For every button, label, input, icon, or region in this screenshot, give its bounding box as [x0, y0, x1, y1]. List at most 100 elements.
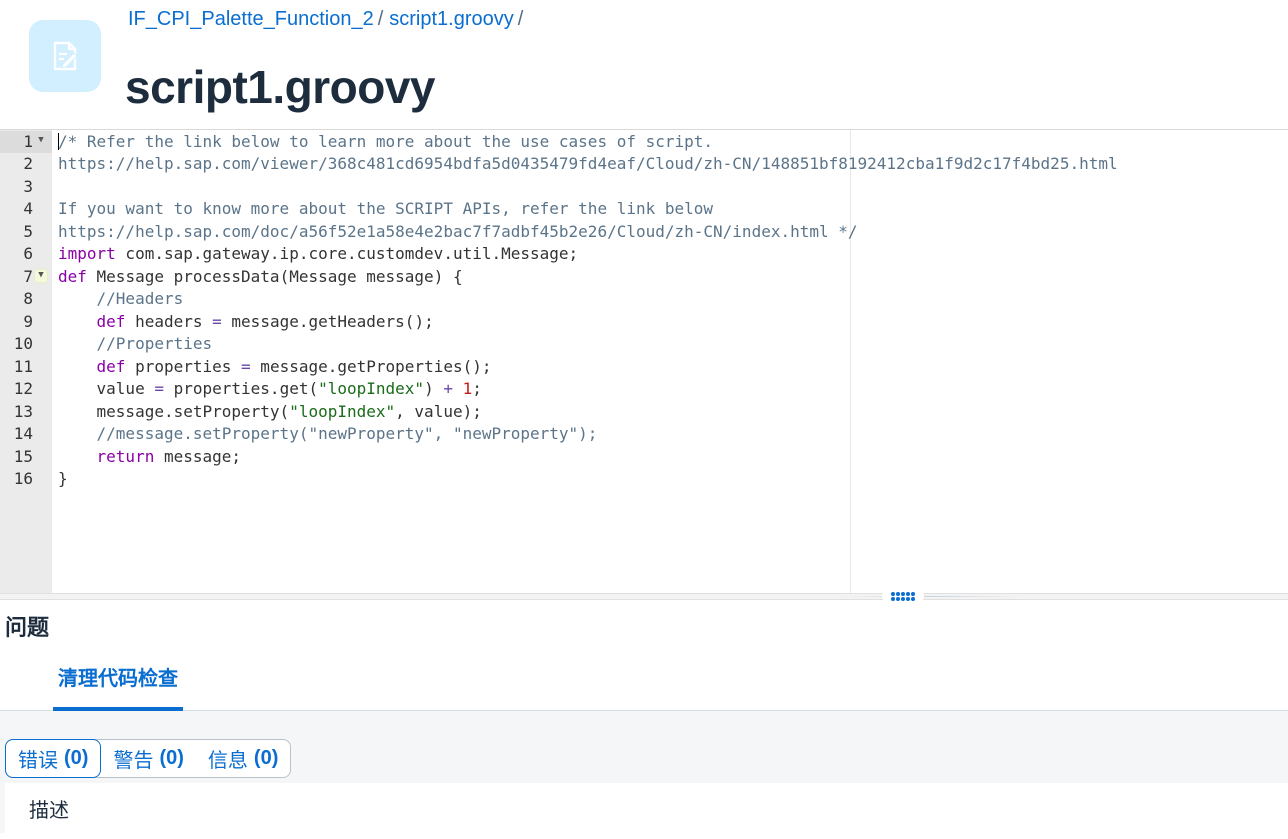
- breadcrumb-separator: /: [517, 8, 524, 30]
- code-token-kw: def: [58, 266, 87, 286]
- code-line[interactable]: //Properties: [58, 333, 213, 356]
- code-line[interactable]: //message.setProperty("newProperty", "ne…: [58, 423, 598, 446]
- line-number: 2: [23, 154, 33, 173]
- filter-info-button[interactable]: 信息 (0): [196, 740, 290, 777]
- code-token-plain: }: [58, 469, 68, 488]
- line-number-row: 12: [0, 378, 52, 401]
- code-token-comment: https://help.sap.com/viewer/368c481cd695…: [58, 154, 1118, 173]
- text-cursor: [58, 133, 59, 150]
- code-line[interactable]: import com.sap.gateway.ip.core.customdev…: [58, 243, 578, 266]
- pane-splitter[interactable]: [0, 588, 1288, 604]
- code-line[interactable]: https://help.sap.com/viewer/368c481cd695…: [58, 153, 1118, 176]
- column-header-description: 描述: [5, 783, 1288, 833]
- line-number: 14: [13, 424, 33, 443]
- chevron-down-icon[interactable]: ▼: [34, 268, 48, 283]
- line-number-row: 3: [0, 176, 52, 199]
- code-line[interactable]: If you want to know more about the SCRIP…: [58, 198, 713, 221]
- code-token-plain: ;: [472, 379, 482, 398]
- code-line[interactable]: https://help.sap.com/doc/a56f52e1a58e4e2…: [58, 221, 858, 244]
- line-number-row: 10: [0, 333, 52, 356]
- code-line[interactable]: def properties = message.getProperties()…: [58, 356, 492, 379]
- grip-dot: [896, 596, 900, 601]
- code-token-plain: message.getHeaders();: [221, 311, 434, 331]
- code-line[interactable]: def Message processData(Message message)…: [58, 266, 463, 289]
- code-token-op: +: [443, 379, 453, 398]
- line-number: 3: [23, 176, 33, 196]
- breadcrumb-item-flow[interactable]: IF_CPI_Palette_Function_2: [128, 8, 374, 30]
- code-editor[interactable]: 1 ▼ 2 3 4 5 6 7 ▼ 8 9 10 11 12 13 14 15 16 /* Refer the l…: [0, 129, 1288, 593]
- code-line[interactable]: return message;: [58, 446, 242, 469]
- code-token-plain: message.getProperties();: [250, 356, 492, 376]
- code-token-plain: headers: [125, 311, 213, 331]
- grip-icon[interactable]: [882, 588, 924, 604]
- page-header: IF_CPI_Palette_Function_2/script1.groovy…: [0, 0, 1288, 130]
- line-number-row: 2: [0, 153, 52, 176]
- breadcrumb-item-script[interactable]: script1.groovy: [389, 8, 514, 30]
- line-number-row: 7 ▼: [0, 266, 52, 289]
- code-token-plain: properties.get(: [163, 379, 319, 398]
- code-line[interactable]: def headers = message.getHeaders();: [58, 311, 434, 334]
- line-number-row: 5: [0, 221, 52, 244]
- severity-filter: 错误 (0) 警告 (0) 信息 (0): [5, 739, 292, 778]
- code-token-kw: return: [96, 446, 155, 466]
- code-token-comment: If you want to know more about the SCRIP…: [58, 199, 714, 218]
- code-token-str: "loopIndex": [318, 379, 425, 398]
- line-number: 15: [13, 446, 33, 466]
- filter-warnings-button[interactable]: 警告 (0): [101, 740, 195, 777]
- code-token-str: "loopIndex": [289, 401, 396, 421]
- grip-dot: [901, 591, 905, 596]
- line-number-row: 1 ▼: [0, 130, 52, 153]
- line-number-row: 9: [0, 311, 52, 334]
- code-token-kw: def: [96, 311, 126, 331]
- code-line[interactable]: message.setProperty("loopIndex", value);: [58, 401, 482, 424]
- code-token-kw: import: [58, 244, 116, 263]
- grip-dot: [906, 591, 910, 596]
- code-token-plain: properties: [125, 356, 242, 376]
- code-token-op: =: [154, 379, 164, 398]
- code-token-comment: //message.setProperty("newProperty", "ne…: [96, 424, 598, 443]
- chevron-down-icon[interactable]: ▼: [34, 134, 48, 148]
- code-token-plain: ): [424, 379, 444, 398]
- filter-info-label: 信息: [207, 750, 248, 772]
- line-number-row: 4: [0, 198, 52, 221]
- print-margin: [850, 130, 851, 593]
- splitter-line: [840, 596, 1020, 597]
- tab-clean-code-check[interactable]: 清理代码检查: [53, 651, 183, 711]
- code-line[interactable]: }: [58, 468, 68, 491]
- code-line[interactable]: //Headers: [58, 288, 184, 311]
- code-token-op: =: [241, 356, 251, 376]
- line-number: 12: [13, 379, 33, 398]
- filter-warnings-label: 警告: [113, 750, 154, 772]
- filter-info-count: (0): [253, 747, 279, 769]
- line-number: 13: [13, 401, 33, 421]
- filter-errors-label: 错误: [18, 750, 58, 772]
- code-token-num: 1: [462, 379, 473, 398]
- line-number: 9: [23, 311, 33, 331]
- line-number-row: 8: [0, 288, 52, 311]
- code-token-comment: /* Refer the link below to learn more ab…: [58, 131, 714, 151]
- filter-warnings-count: (0): [159, 747, 184, 769]
- edit-document-icon: [29, 20, 101, 92]
- grip-dot: [901, 596, 905, 601]
- code-line[interactable]: value = properties.get("loopIndex") + 1;: [58, 378, 482, 401]
- code-token-plain: message.setProperty(: [58, 401, 290, 421]
- line-number-row: 11: [0, 356, 52, 379]
- filter-errors-button[interactable]: 错误 (0): [5, 739, 102, 778]
- code-token-comment: //Headers: [96, 289, 184, 308]
- page-title: script1.groovy: [125, 61, 436, 113]
- line-number-row: 15: [0, 446, 52, 469]
- line-number: 8: [23, 289, 33, 308]
- code-token-comment: https://help.sap.com/doc/a56f52e1a58e4e2…: [58, 221, 858, 241]
- code-token-plain: com.sap.gateway.ip.core.customdev.util.M…: [115, 244, 579, 263]
- filter-errors-count: (0): [64, 747, 89, 769]
- line-number-row: 14: [0, 423, 52, 446]
- code-token-plain: value: [58, 379, 155, 398]
- grip-dot: [911, 596, 915, 601]
- line-number-row: 6: [0, 243, 52, 266]
- code-line[interactable]: /* Refer the link below to learn more ab…: [58, 131, 713, 154]
